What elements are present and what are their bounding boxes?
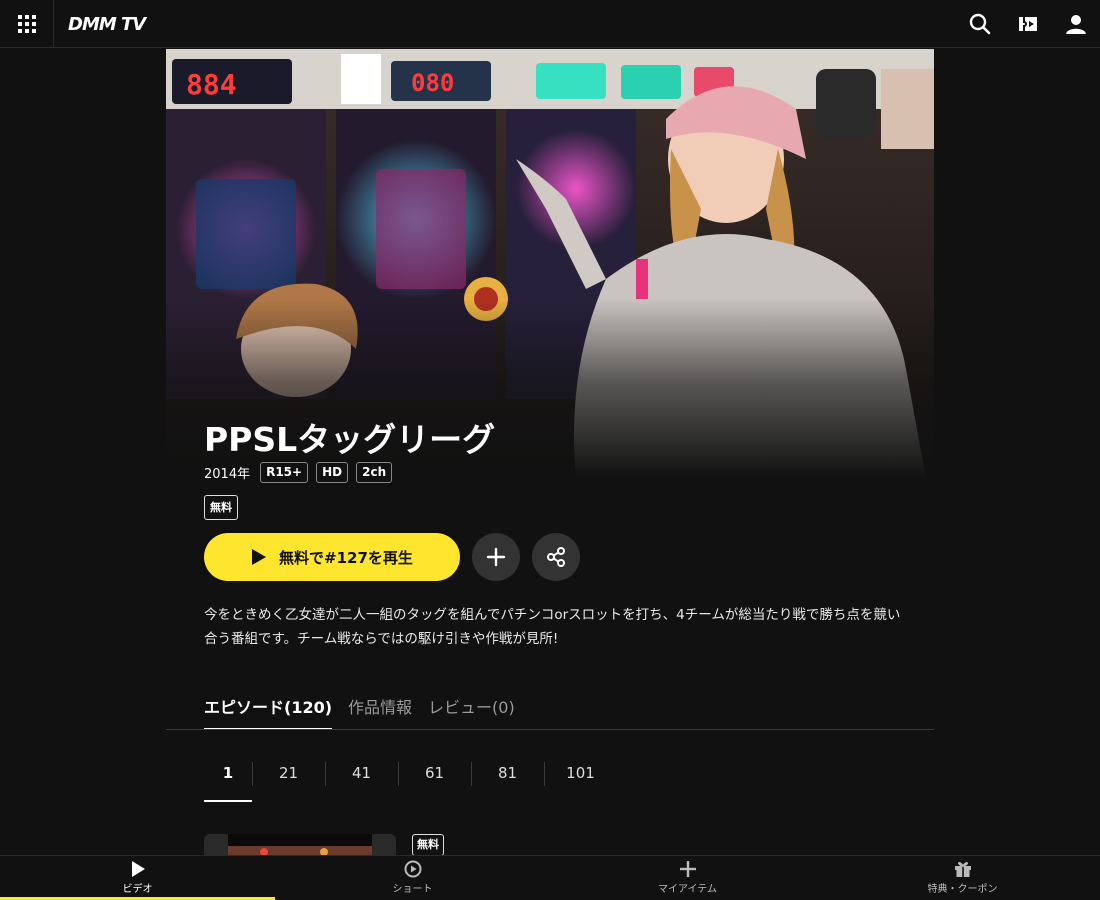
play-icon [252, 549, 267, 565]
content-tabs: エピソード(120) 作品情報 レビュー(0) [204, 690, 515, 730]
free-badge: 無料 [204, 495, 238, 520]
user-button[interactable] [1064, 12, 1088, 36]
page-101[interactable]: 101 [544, 760, 617, 802]
page-41[interactable]: 41 [325, 760, 398, 802]
tab-info[interactable]: 作品情報 [348, 690, 412, 730]
page-21[interactable]: 21 [252, 760, 325, 802]
page-81[interactable]: 81 [471, 760, 544, 802]
episode-pagination: 1 21 41 61 81 101 [204, 760, 617, 802]
grid-menu-button[interactable] [0, 0, 54, 47]
page-title: PPSLタッグリーグ [204, 420, 496, 459]
episode-free-badge: 無料 [412, 834, 444, 856]
audio-tag: 2ch [356, 461, 393, 483]
svg-text:884: 884 [186, 68, 237, 101]
quality-tag: HD [316, 461, 349, 483]
tab-episodes[interactable]: エピソード(120) [204, 690, 333, 730]
grid-menu-icon [17, 14, 36, 33]
share-icon [547, 547, 565, 567]
play-button[interactable]: 無料で#127を再生 [204, 533, 460, 581]
bottom-nav-label: マイアイテム [658, 884, 717, 895]
play-button-label: 無料で#127を再生 [279, 548, 413, 567]
bottom-nav-my-items[interactable]: マイアイテム [550, 856, 825, 900]
release-year: 2014年 [204, 466, 251, 482]
ticket-icon [1019, 17, 1037, 31]
gift-icon [954, 862, 971, 877]
search-button[interactable] [968, 12, 992, 36]
dmm-tv-logo[interactable]: DMM TV [68, 12, 146, 36]
bottom-nav: ビデオ ショート マイアイテム 特典・クーポン [0, 855, 1100, 900]
short-play-icon [404, 860, 421, 878]
page-61[interactable]: 61 [398, 760, 471, 802]
plus-icon [679, 861, 696, 877]
bottom-nav-label: ビデオ [122, 884, 153, 895]
bottom-nav-label: 特典・クーポン [927, 884, 998, 895]
tab-reviews[interactable]: レビュー(0) [428, 690, 515, 730]
user-icon [1066, 15, 1086, 34]
bottom-nav-short[interactable]: ショート [275, 856, 550, 900]
description: 今をときめく乙女達が二人一組のタッグを組んでパチンコorスロットを打ち、4チーム… [204, 607, 901, 647]
bottom-nav-coupons[interactable]: 特典・クーポン [825, 856, 1100, 900]
bottom-nav-label: ショート [392, 884, 433, 895]
top-header: DMM TV [0, 0, 1100, 48]
meta-row: 2014年 R15+ HD 2ch [204, 461, 393, 483]
ticket-button[interactable] [1016, 12, 1040, 36]
page-1[interactable]: 1 [204, 760, 252, 802]
rating-tag: R15+ [260, 461, 309, 483]
tabs-divider [166, 729, 934, 730]
add-to-list-button[interactable] [472, 533, 520, 581]
svg-text:080: 080 [411, 69, 454, 97]
search-icon [969, 13, 991, 35]
share-button[interactable] [532, 533, 580, 581]
play-icon [131, 861, 145, 877]
bottom-nav-video[interactable]: ビデオ [0, 856, 275, 900]
plus-icon [486, 547, 506, 567]
